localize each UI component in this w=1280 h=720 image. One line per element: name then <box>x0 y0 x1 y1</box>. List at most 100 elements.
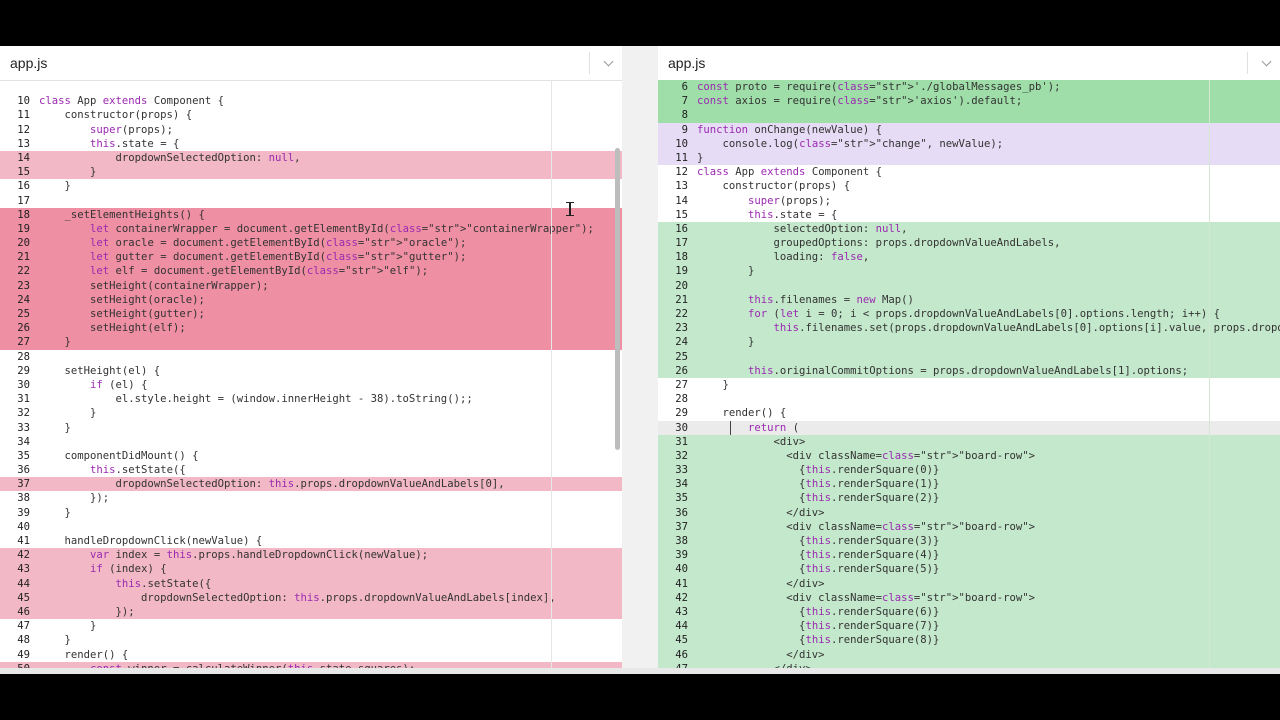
left-code-line[interactable] <box>0 80 622 94</box>
line-text: selectedOption: null, <box>697 222 908 235</box>
right-code-line[interactable]: 25 <box>658 349 1280 364</box>
left-code-line[interactable]: 37 dropdownSelectedOption: this.props.dr… <box>0 477 622 492</box>
right-code-line[interactable]: 26 this.originalCommitOptions = props.dr… <box>658 363 1280 378</box>
left-code-line[interactable]: 35 componentDidMount() { <box>0 449 622 463</box>
right-code-line[interactable]: 8 <box>658 108 1280 123</box>
right-code-line[interactable]: 38 {this.renderSquare(3)} <box>658 534 1280 549</box>
split-gutter[interactable] <box>622 46 658 674</box>
right-code-line[interactable]: 16 selectedOption: null, <box>658 221 1280 237</box>
right-code-line[interactable]: 35 {this.renderSquare(2)} <box>658 491 1280 506</box>
left-code-line[interactable]: 42 var index = this.props.handleDropdown… <box>0 548 622 563</box>
right-filename: app.js <box>668 55 706 71</box>
right-code-line[interactable]: 46 </div> <box>658 647 1280 662</box>
right-code-line[interactable]: 28 <box>658 392 1280 406</box>
right-code-line[interactable]: 18 loading: false, <box>658 250 1280 265</box>
left-scrollbar[interactable] <box>615 148 620 450</box>
right-code-line[interactable]: 6 const proto = require(class="str">'./gl… <box>658 80 1280 95</box>
right-code-line[interactable]: 12 class App extends Component { <box>658 165 1280 179</box>
right-code-line[interactable]: 40 {this.renderSquare(5)} <box>658 562 1280 577</box>
left-code-line[interactable]: 21 let gutter = document.getElementById(… <box>0 250 622 265</box>
left-code-line[interactable]: 14 dropdownSelectedOption: null, <box>0 150 622 166</box>
right-code-line[interactable]: 32 <div className=class="str">"board-row… <box>658 448 1280 464</box>
right-code-line[interactable]: 42 <div className=class="str">"board-row… <box>658 590 1280 605</box>
left-code-line[interactable]: 39 } <box>0 506 622 520</box>
line-text: dropdownSelectedOption: this.props.dropd… <box>39 478 505 491</box>
left-code-line[interactable]: 13 this.state = { <box>0 137 622 151</box>
left-code-area[interactable]: 10 class App extends Component {11 constr… <box>0 80 622 674</box>
left-code-line[interactable]: 49 render() { <box>0 648 622 662</box>
left-code-line[interactable]: 45 dropdownSelectedOption: this.props.dr… <box>0 590 622 605</box>
right-code-line[interactable]: 21 this.filenames = new Map() <box>658 292 1280 307</box>
left-code-line[interactable]: 43 if (index) { <box>0 562 622 577</box>
right-code-line[interactable]: 10 console.log(class="str">"change", new… <box>658 136 1280 151</box>
left-code-line[interactable]: 28 <box>0 350 622 364</box>
right-code-line[interactable]: 23 this.filenames.set(props.dropdownValu… <box>658 321 1280 336</box>
left-code-line[interactable]: 22 let elf = document.getElementById(cla… <box>0 264 622 279</box>
left-code-line[interactable]: 12 super(props); <box>0 123 622 137</box>
right-code-line[interactable]: 33 {this.renderSquare(0)} <box>658 463 1280 478</box>
left-code-line[interactable]: 24 setHeight(oracle); <box>0 292 622 307</box>
left-code-line[interactable]: 33 } <box>0 421 622 435</box>
right-code-line[interactable]: 43 {this.renderSquare(6)} <box>658 604 1280 620</box>
right-code-line[interactable]: 9 function onChange(newValue) { <box>658 122 1280 137</box>
right-code-line[interactable]: 7 const axios = require(class="str">'axio… <box>658 94 1280 109</box>
left-code-line[interactable]: 15 } <box>0 165 622 180</box>
right-code-line[interactable]: 17 groupedOptions: props.dropdownValueAn… <box>658 236 1280 251</box>
right-code-line[interactable]: 30 return ( <box>658 420 1280 435</box>
line-number: 16 <box>17 180 30 193</box>
left-code-line[interactable]: 23 setHeight(containerWrapper); <box>0 278 622 293</box>
left-code-line[interactable]: 19 let containerWrapper = document.getEl… <box>0 221 622 237</box>
right-code-line[interactable]: 13 constructor(props) { <box>658 179 1280 193</box>
left-code-line[interactable]: 34 <box>0 435 622 449</box>
right-code-line[interactable]: 19 } <box>658 264 1280 279</box>
left-code-line[interactable]: 17 <box>0 194 622 208</box>
right-code-line[interactable]: 37 <div className=class="str">"board-row… <box>658 519 1280 534</box>
right-file-header[interactable]: app.js <box>658 46 1280 81</box>
right-code-line[interactable]: 24 } <box>658 335 1280 350</box>
left-code-line[interactable]: 30 if (el) { <box>0 378 622 392</box>
left-code-line[interactable]: 26 setHeight(elf); <box>0 321 622 336</box>
left-code-line[interactable]: 41 handleDropdownClick(newValue) { <box>0 534 622 548</box>
right-code-line[interactable]: 27 } <box>658 378 1280 392</box>
left-code-line[interactable]: 11 constructor(props) { <box>0 108 622 122</box>
right-code-line[interactable]: 34 {this.renderSquare(1)} <box>658 477 1280 492</box>
left-code-line[interactable]: 31 el.style.height = (window.innerHeight… <box>0 392 622 406</box>
right-code-line[interactable]: 20 <box>658 278 1280 293</box>
left-code-line[interactable]: 46 }); <box>0 604 622 620</box>
left-code-line[interactable]: 20 let oracle = document.getElementById(… <box>0 236 622 251</box>
chevron-down-icon[interactable] <box>1261 56 1272 67</box>
left-code-line[interactable]: 36 this.setState({ <box>0 463 622 477</box>
right-code-line[interactable]: 45 {this.renderSquare(8)} <box>658 633 1280 648</box>
left-code-line[interactable]: 10 class App extends Component { <box>0 94 622 108</box>
line-text: </div> <box>697 577 825 590</box>
right-code-line[interactable]: 11} <box>658 150 1280 166</box>
line-number: 20 <box>17 237 30 250</box>
left-code-line[interactable]: 40 <box>0 520 622 534</box>
right-code-line[interactable]: 22 for (let i = 0; i < props.dropdownVal… <box>658 307 1280 322</box>
right-code-line[interactable]: 14 super(props); <box>658 194 1280 208</box>
left-code-line[interactable]: 16 } <box>0 179 622 193</box>
right-code-line[interactable]: 31 <div> <box>658 434 1280 449</box>
right-code-line[interactable]: 29 render() { <box>658 406 1280 420</box>
right-code-line[interactable]: 15 this.state = { <box>658 208 1280 222</box>
right-code-line[interactable]: 44 {this.renderSquare(7)} <box>658 619 1280 634</box>
line-text: </div> <box>697 506 825 519</box>
left-code-line[interactable]: 47 } <box>0 619 622 633</box>
left-code-line[interactable]: 18 _setElementHeights() { <box>0 207 622 222</box>
horizontal-scrollbar[interactable] <box>0 668 1280 674</box>
left-code-line[interactable]: 32 } <box>0 406 622 420</box>
left-code-line[interactable]: 25 setHeight(gutter); <box>0 307 622 322</box>
left-file-header[interactable]: app.js <box>0 46 622 81</box>
right-code-line[interactable]: 36 </div> <box>658 505 1280 520</box>
chevron-down-icon[interactable] <box>603 56 614 67</box>
left-code-line[interactable]: 29 setHeight(el) { <box>0 364 622 378</box>
right-code-line[interactable]: 41 </div> <box>658 576 1280 591</box>
line-number: 33 <box>675 464 688 477</box>
right-code-line[interactable]: 39 {this.renderSquare(4)} <box>658 548 1280 563</box>
line-number: 6 <box>681 81 688 93</box>
left-code-line[interactable]: 48 } <box>0 633 622 647</box>
left-code-line[interactable]: 38 }); <box>0 491 622 505</box>
left-code-line[interactable]: 27 } <box>0 335 622 350</box>
left-code-line[interactable]: 44 this.setState({ <box>0 576 622 591</box>
right-code-area[interactable]: 6 const proto = require(class="str">'./gl… <box>658 80 1280 674</box>
